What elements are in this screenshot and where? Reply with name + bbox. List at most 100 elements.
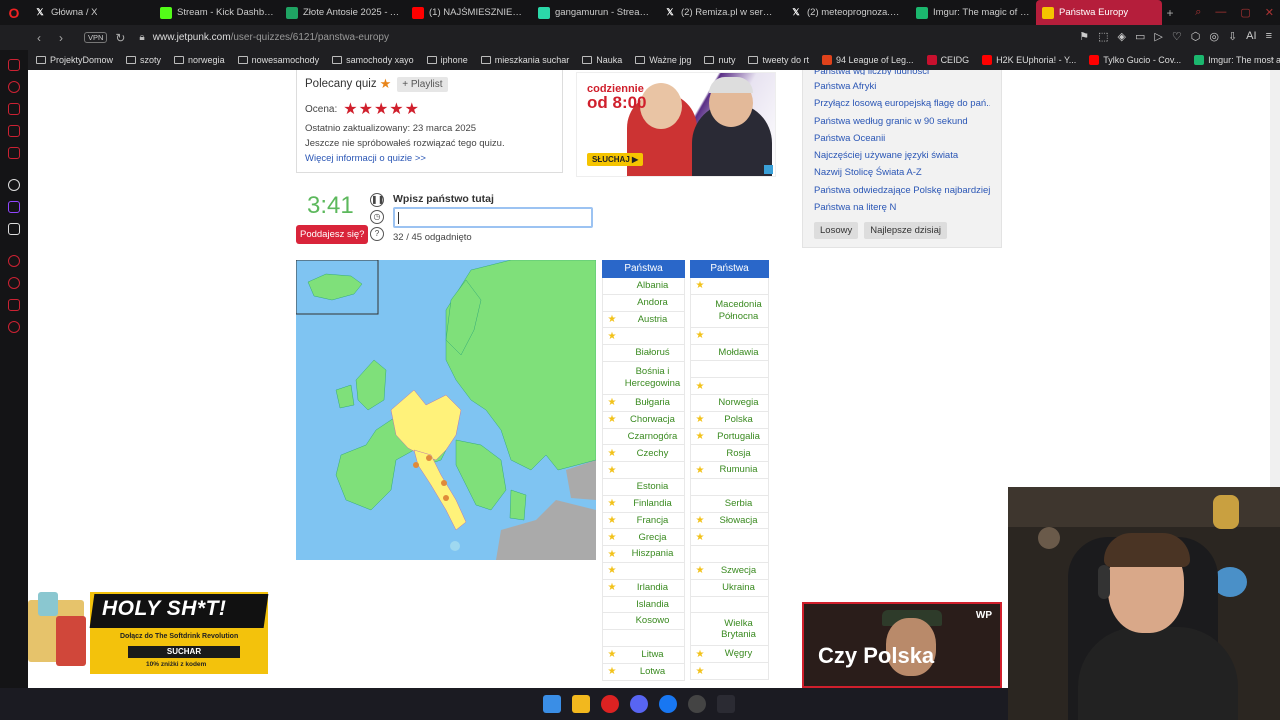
related-link[interactable]: Najczęściej używane języki świata <box>814 147 990 164</box>
tab-3[interactable]: (1) NAJŚMIESZNIEJSZE M <box>406 0 532 25</box>
tab-2[interactable]: Złote Antosie 2025 - Arkusz <box>280 0 406 25</box>
play-icon[interactable]: ▷ <box>1154 30 1162 43</box>
settings-icon[interactable] <box>8 321 20 333</box>
playlist-button[interactable]: + Playlist <box>397 76 448 92</box>
tab-7[interactable]: Imgur: The magic of the I <box>910 0 1036 25</box>
lock-icon[interactable]: 🔒︎ <box>139 32 144 43</box>
bookmark-item[interactable]: ProjektyDomow <box>36 55 113 65</box>
answer-input[interactable] <box>393 207 593 228</box>
table-row: ★ Węgry <box>690 646 769 664</box>
tab-1[interactable]: Stream - Kick Dashboard <box>154 0 280 25</box>
discord-icon[interactable] <box>630 695 648 713</box>
best-today-button[interactable]: Najlepsze dzisiaj <box>864 222 947 240</box>
history-icon[interactable] <box>8 81 20 93</box>
tab-6[interactable]: 𝕏 (2) meteoprognoza.pl na <box>784 0 910 25</box>
pinboard-icon[interactable] <box>8 299 20 311</box>
x-icon[interactable] <box>8 223 20 235</box>
europe-map[interactable] <box>296 260 596 560</box>
more-info-link[interactable]: Więcej informacji o quizie >> <box>305 153 554 164</box>
bookmark-label: ProjektyDomow <box>50 55 114 65</box>
opera-icon[interactable] <box>601 695 619 713</box>
bookmarks-more-icon[interactable]: › <box>1271 53 1274 63</box>
bookmark-item[interactable]: Tylko Gucio - Cov... <box>1089 55 1181 65</box>
bookmark-item[interactable]: szoty <box>126 55 161 65</box>
bookmark-item[interactable]: Imgur: The most a... <box>1194 55 1280 65</box>
help-icon[interactable]: ? <box>370 227 384 241</box>
snapshot-icon[interactable]: ⬚ <box>1098 30 1108 43</box>
opera-logo-icon[interactable]: O <box>0 0 28 25</box>
related-link[interactable]: Państwa Afryki <box>814 78 990 95</box>
url-path: /user-quizzes/6121/panstwa-europy <box>230 32 389 43</box>
close-window-icon[interactable]: ✕ <box>1265 6 1274 19</box>
wallet-icon[interactable] <box>8 147 20 159</box>
menu-icon[interactable]: ≡ <box>1266 30 1272 43</box>
pause-icon[interactable]: ❚❚ <box>370 193 384 207</box>
bookmark-item[interactable]: norwegia <box>174 55 225 65</box>
tab-8[interactable]: Państwa Europy <box>1036 0 1162 25</box>
file-explorer-icon[interactable] <box>572 695 590 713</box>
related-link[interactable]: Przyłącz losową europejską flagę do pań.… <box>814 95 990 112</box>
country-name: Lotwa <box>639 665 666 677</box>
related-link[interactable]: Państwa według granic w 90 sekund <box>814 113 990 130</box>
radio-ad[interactable]: codziennie od 8:00 SŁUCHAJ ▶ <box>576 72 776 177</box>
download-icon[interactable]: ⇩ <box>1228 30 1237 43</box>
related-link[interactable]: Państwa Oceanii <box>814 130 990 147</box>
bookmark-item[interactable]: iphone <box>426 55 468 65</box>
tab-5[interactable]: 𝕏 (2) Remiza.pl w serwisie <box>658 0 784 25</box>
random-quiz-button[interactable]: Losowy <box>814 222 859 240</box>
rating-stars-icon[interactable]: ★★★★★ <box>343 99 420 119</box>
twitch-icon[interactable] <box>8 201 20 213</box>
maximize-icon[interactable]: ▢ <box>1240 6 1250 19</box>
related-link[interactable]: Państwa wg liczby ludności <box>814 70 990 75</box>
easy-setup-icon[interactable]: ◎ <box>1209 30 1219 43</box>
new-tab-button[interactable]: + <box>1162 6 1178 20</box>
chatgpt-icon[interactable] <box>8 179 20 191</box>
bookmark-item[interactable]: Nauka <box>582 55 622 65</box>
wp-ad[interactable]: WP Czy Polska <box>802 602 1002 688</box>
bookmark-item[interactable]: CEIDG <box>926 55 969 65</box>
steam-icon[interactable] <box>688 695 706 713</box>
terminal-icon[interactable] <box>717 695 735 713</box>
tab-0[interactable]: 𝕏 Główna / X <box>28 0 154 25</box>
related-link[interactable]: Nazwij Stolicę Świata A-Z <box>814 164 990 181</box>
bookmark-item[interactable]: Ważne jpg <box>635 55 691 65</box>
forward-icon[interactable]: › <box>52 31 70 45</box>
table-header: Państwa <box>602 260 685 278</box>
bookmark-item[interactable]: H2K EUphoria! - Y... <box>982 55 1076 65</box>
softdrink-ad[interactable]: HOLY SH*T! Dołącz do The Softdrink Revol… <box>28 592 269 674</box>
ad-listen-button[interactable]: SŁUCHAJ ▶ <box>587 153 644 166</box>
back-icon[interactable]: ‹ <box>30 31 48 45</box>
wallet-icon[interactable]: ▭ <box>1135 30 1145 43</box>
country-name: Białoruś <box>635 347 670 359</box>
tab-4[interactable]: gangamurun - Stream Jak <box>532 0 658 25</box>
bookmark-item[interactable]: nuty <box>704 55 735 65</box>
player-icon[interactable] <box>8 255 20 267</box>
extensions-icon[interactable]: ⬡ <box>1191 30 1201 43</box>
minimize-icon[interactable]: — <box>1215 6 1226 19</box>
shield-icon[interactable]: ◈ <box>1118 30 1126 43</box>
related-link[interactable]: Państwa odwiedzające Polskę najbardziej <box>814 182 990 199</box>
bookmark-item[interactable]: 94 League of Leg... <box>821 55 914 65</box>
aria-ai-icon[interactable]: AI <box>1246 30 1256 43</box>
search-tabs-icon[interactable]: ⌕ <box>1195 6 1201 19</box>
bookmark-item[interactable]: mieszkania suchar <box>480 55 569 65</box>
clock-icon[interactable] <box>8 277 20 289</box>
reload-icon[interactable]: ↻ <box>111 31 129 45</box>
related-link[interactable]: Państwa na literę N <box>814 199 990 216</box>
bookmark-item[interactable]: tweety do rt <box>748 55 809 65</box>
bookmark-item[interactable]: samochody xayo <box>332 55 414 65</box>
facebook-icon[interactable] <box>659 695 677 713</box>
clock-icon[interactable]: ◷ <box>370 210 384 224</box>
folder-icon <box>174 56 185 64</box>
give-up-button[interactable]: Poddajesz się? <box>296 225 369 244</box>
ad-info-icon[interactable] <box>764 165 773 174</box>
url-field[interactable]: www.jetpunk.com/user-quizzes/6121/panstw… <box>153 32 389 43</box>
windows-start-icon[interactable] <box>543 695 561 713</box>
messenger-icon[interactable] <box>8 59 20 71</box>
photo-icon[interactable] <box>8 125 20 137</box>
bookmark-item[interactable]: nowesamochody <box>237 55 319 65</box>
bookmark-icon[interactable]: ⚑ <box>1079 30 1089 43</box>
bag-icon[interactable] <box>8 103 20 115</box>
vpn-badge[interactable]: VPN <box>84 32 108 43</box>
heart-icon[interactable]: ♡ <box>1172 30 1182 43</box>
